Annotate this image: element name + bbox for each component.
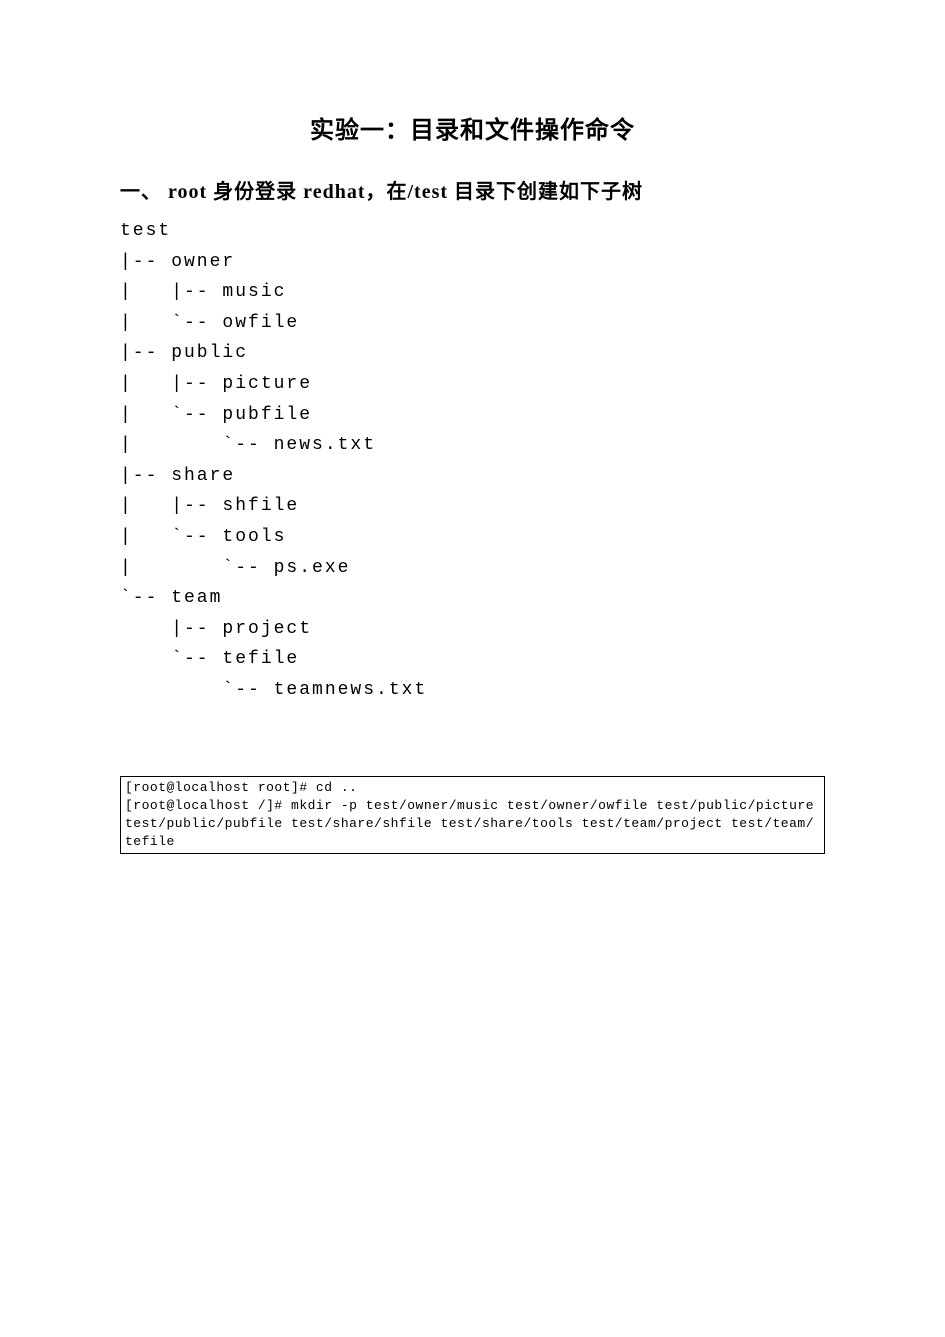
terminal-output: [root@localhost root]# cd .. [root@local… [120, 776, 825, 855]
directory-tree: test |-- owner | |-- music | `-- owfile … [120, 216, 825, 706]
terminal-line: [root@localhost root]# cd .. [125, 779, 820, 797]
section-heading: 一、 root 身份登录 redhat，在/test 目录下创建如下子树 [120, 175, 825, 204]
terminal-line: [root@localhost /]# mkdir -p test/owner/… [125, 797, 820, 852]
document-title: 实验一：目录和文件操作命令 [120, 110, 825, 145]
